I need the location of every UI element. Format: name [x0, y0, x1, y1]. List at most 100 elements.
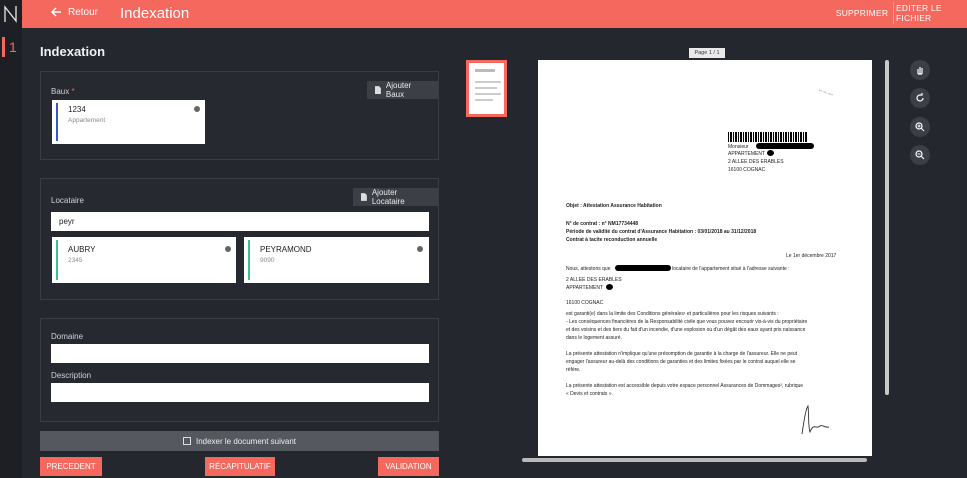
header-divider — [893, 2, 894, 24]
doc-address: APPARTEMENT — [566, 285, 604, 291]
logo-icon — [4, 5, 17, 23]
zoom-out-button[interactable] — [910, 145, 930, 165]
checkbox-icon[interactable] — [182, 437, 191, 445]
locataire-code: 2345 — [68, 257, 83, 264]
baux-section: Baux * Ajouter Baux 1234 Appartement — [40, 71, 439, 160]
thumb-line — [475, 93, 501, 95]
rotate-icon — [916, 93, 924, 102]
delete-button[interactable]: SUPPRIMER — [831, 2, 893, 24]
back-button[interactable]: Retour — [50, 6, 98, 18]
doc-attest-end: locataire de l'appartement situé à l'adr… — [672, 266, 790, 272]
recipient-line: Monsieur — [728, 144, 749, 150]
locataire-section: Locataire Ajouter Locataire peyr AUBRY 2… — [40, 178, 439, 300]
recipient-line: APPARTEMENT — [728, 151, 766, 157]
zoom-in-icon — [915, 122, 925, 132]
locataire-name: AUBRY — [68, 245, 96, 254]
doc-city: 16100 COGNAC — [566, 300, 604, 306]
required-mark: * — [71, 87, 75, 96]
doc-paragraph: réfère. — [566, 367, 581, 373]
rail-active-indicator — [2, 37, 5, 57]
add-locataire-label: Ajouter Locataire — [371, 188, 405, 206]
doc-renewal: Contrat à tacite reconduction annuelle — [566, 237, 658, 243]
edit-file-button[interactable]: EDITER LE FICHIER — [896, 2, 967, 24]
remove-icon[interactable] — [194, 106, 200, 112]
validate-button[interactable]: VALIDATION — [378, 457, 439, 476]
document-page: ▪▪ ▪▪ ▪▪▪ Monsieur APPARTEMENT 2 ALLEE D… — [538, 60, 872, 456]
doc-address: 2 ALLEE DES ERABLES — [566, 277, 622, 283]
redaction — [615, 265, 671, 271]
hand-icon — [917, 67, 923, 75]
remove-icon[interactable] — [225, 246, 231, 252]
rotate-button[interactable] — [910, 88, 930, 108]
vertical-scrollbar[interactable] — [885, 60, 889, 395]
horizontal-scrollbar[interactable] — [522, 458, 867, 462]
doc-contract-no: N° de contrat : n° NM17734448 — [566, 221, 639, 227]
doc-period: Période de validité du contrat d'Assuran… — [566, 229, 757, 235]
pan-tool-button[interactable] — [910, 60, 930, 80]
bail-card[interactable]: 1234 Appartement — [52, 100, 205, 144]
doc-attest-start: Nous, attestons que — [566, 266, 611, 272]
doc-date: Le 1er décembre 2017 — [786, 253, 837, 259]
locataire-search-input[interactable]: peyr — [51, 212, 429, 231]
rail-item-1[interactable]: 1 — [9, 39, 17, 55]
document-icon — [374, 86, 381, 94]
recap-button[interactable]: RÉCAPITULATIF — [205, 457, 275, 476]
baux-label-text: Baux — [51, 87, 70, 96]
doc-paragraph: et des voisins et des tiers du fait d'un… — [566, 327, 806, 333]
index-next-label: Indexer le document suivant — [195, 436, 297, 446]
redaction — [756, 143, 814, 149]
add-bail-button[interactable]: Ajouter Baux — [367, 81, 438, 99]
thumb-line — [475, 69, 495, 72]
header-title: Indexation — [120, 5, 190, 22]
locataire-label: Locataire — [51, 196, 84, 205]
locataire-code: 9090 — [260, 257, 275, 264]
recipient-line: 16100 COGNAC — [728, 167, 766, 173]
page-thumbnail[interactable] — [466, 60, 507, 117]
doc-paragraph: dans le logement assuré. — [566, 335, 622, 341]
top-header: Retour Indexation SUPPRIMER EDITER LE FI… — [22, 0, 967, 28]
stamp-mark: ▪▪ ▪▪ ▪▪▪ — [817, 87, 834, 99]
redaction — [606, 284, 613, 290]
thumb-line — [475, 81, 501, 83]
card-accent-bar — [56, 103, 58, 141]
locataire-result-card[interactable]: PEYRAMOND 9090 — [244, 237, 429, 283]
baux-label: Baux * — [51, 87, 75, 96]
doc-paragraph: La présente attestation n'implique qu'un… — [566, 351, 798, 357]
details-section: Domaine Description — [40, 318, 439, 422]
add-locataire-button[interactable]: Ajouter Locataire — [353, 188, 438, 206]
doc-paragraph: engager l'assureur au-delà des condition… — [566, 359, 796, 365]
doc-paragraph: La présente attestation est accessible d… — [566, 383, 804, 389]
domaine-label: Domaine — [51, 332, 84, 341]
description-label: Description — [51, 371, 92, 380]
zoom-in-button[interactable] — [910, 117, 930, 137]
previous-button[interactable]: PRECEDENT — [40, 457, 102, 476]
redaction — [767, 150, 774, 156]
recipient-line: 2 ALLEE DES ERABLES — [728, 159, 784, 165]
domaine-input[interactable] — [51, 344, 429, 363]
remove-icon[interactable] — [417, 246, 423, 252]
bail-card-subtitle: Appartement — [68, 117, 106, 124]
bail-card-title: 1234 — [68, 105, 86, 114]
add-bail-label: Ajouter Baux — [385, 81, 412, 99]
locataire-name: PEYRAMOND — [260, 245, 312, 254]
thumb-line — [475, 99, 493, 101]
doc-paragraph: - Les conséquences financières de la Res… — [566, 319, 808, 325]
card-accent-bar — [248, 240, 250, 280]
index-next-toggle[interactable]: Indexer le document suivant — [40, 431, 439, 451]
doc-object: Objet : Attestation Assurance Habitation — [566, 203, 662, 209]
barcode — [728, 132, 808, 142]
card-accent-bar — [56, 240, 58, 280]
page-indicator: Page 1 / 1 — [689, 48, 725, 58]
document-icon — [360, 193, 367, 201]
thumb-line — [475, 87, 497, 89]
left-rail: 1 — [0, 0, 22, 478]
description-input[interactable] — [51, 383, 429, 402]
back-label: Retour — [68, 6, 99, 18]
doc-paragraph: « Devis et contrats ». — [566, 391, 613, 397]
signature — [801, 405, 830, 435]
page-title: Indexation — [40, 44, 106, 59]
arrow-left-icon — [50, 7, 61, 17]
locataire-result-card[interactable]: AUBRY 2345 — [52, 237, 236, 283]
zoom-out-icon — [915, 150, 925, 160]
doc-paragraph: est garanti(e) dans la limite des Condit… — [566, 311, 779, 317]
